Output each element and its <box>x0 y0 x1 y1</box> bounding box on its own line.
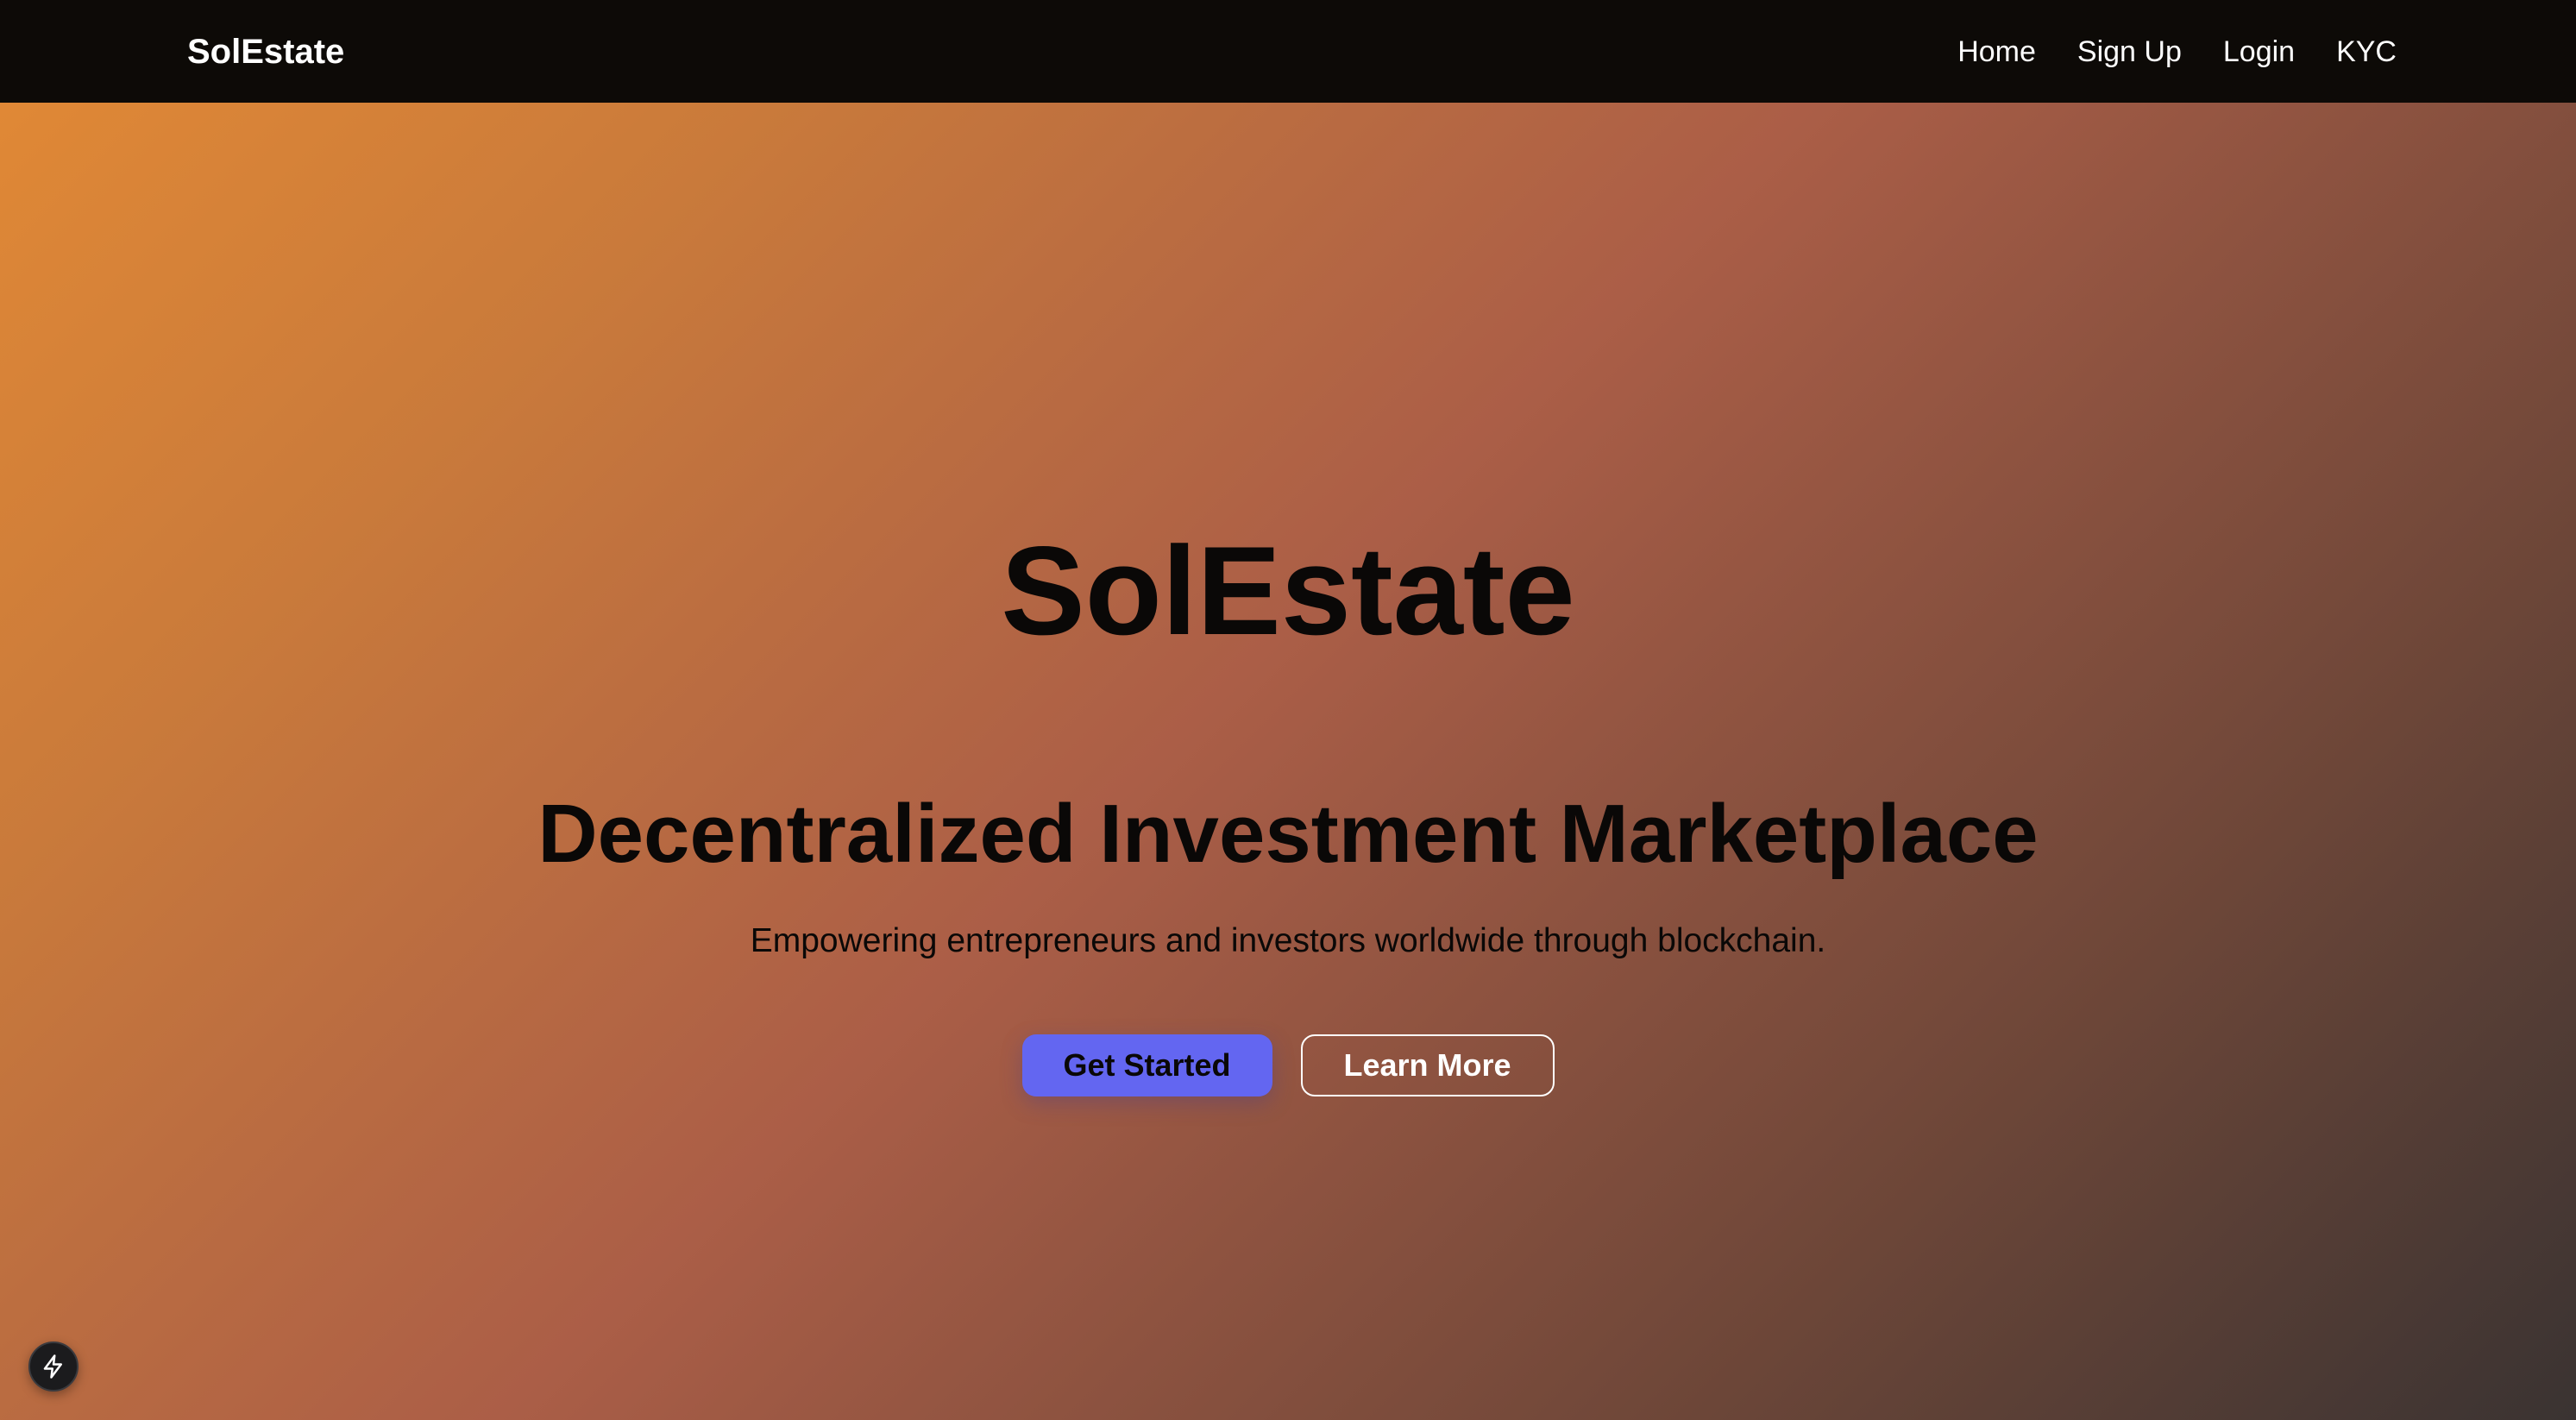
hero-subtitle: Decentralized Investment Marketplace <box>537 788 2039 880</box>
hero-tagline: Empowering entrepreneurs and investors w… <box>750 922 1826 959</box>
nav-link-login[interactable]: Login <box>2223 29 2295 74</box>
top-navbar: SolEstate Home Sign Up Login KYC <box>0 0 2576 103</box>
dev-tools-button[interactable] <box>28 1341 79 1392</box>
get-started-button[interactable]: Get Started <box>1021 1034 1272 1096</box>
learn-more-button[interactable]: Learn More <box>1300 1034 1555 1096</box>
nav-link-sign-up[interactable]: Sign Up <box>2077 29 2182 74</box>
nav-link-kyc[interactable]: KYC <box>2336 29 2397 74</box>
lightning-bolt-icon <box>41 1354 66 1379</box>
hero-title: SolEstate <box>1001 520 1575 661</box>
brand-logo[interactable]: SolEstate <box>187 29 344 74</box>
nav-links: Home Sign Up Login KYC <box>1957 29 2397 74</box>
nav-link-home[interactable]: Home <box>1957 29 2036 74</box>
cta-button-row: Get Started Learn More <box>0 1034 2576 1096</box>
